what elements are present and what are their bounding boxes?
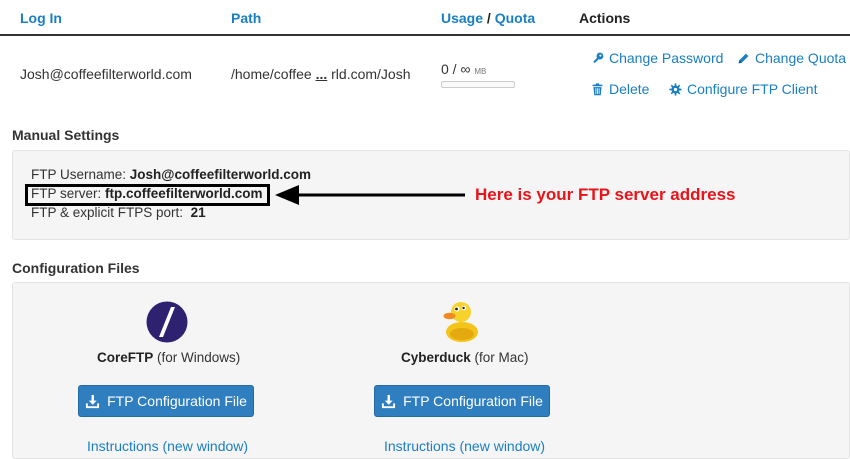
column-header-path[interactable]: Path — [231, 10, 261, 26]
coreftp-instructions-link[interactable]: Instructions (new window) — [87, 438, 248, 454]
ftp-port-line: FTP & explicit FTPS port: 21 — [31, 205, 206, 220]
column-header-login[interactable]: Log In — [20, 10, 62, 26]
ftp-username-label: FTP Username: — [31, 167, 127, 182]
path-end: rld.com/Josh — [331, 66, 411, 82]
coreftp-download-label: FTP Configuration File — [107, 393, 247, 409]
cyberduck-title: Cyberduck — [401, 350, 471, 365]
manual-settings-title: Manual Settings — [12, 127, 120, 143]
table-header: Log In Path Usage / Quota Actions — [0, 0, 850, 36]
column-header-usage[interactable]: Usage — [441, 10, 483, 26]
change-password-link[interactable]: Change Password — [591, 50, 723, 66]
delete-label: Delete — [609, 81, 650, 97]
usage-value: 0 / ∞ — [441, 61, 471, 77]
login-cell: Josh@coffeefilterworld.com — [20, 66, 192, 82]
configure-ftp-client-label: Configure FTP Client — [687, 81, 818, 97]
usage-unit: MB — [474, 67, 487, 76]
coreftp-platform: (for Windows) — [157, 350, 241, 365]
key-icon — [593, 52, 604, 63]
column-header-usage-quota: Usage / Quota — [441, 10, 535, 26]
header-separator: / — [486, 10, 491, 26]
column-header-actions: Actions — [579, 10, 631, 26]
cyberduck-platform: (for Mac) — [474, 350, 529, 365]
server-highlight-box — [25, 184, 270, 206]
column-header-quota[interactable]: Quota — [495, 10, 535, 26]
cyberduck-logo — [443, 302, 478, 342]
usage-cell: 0 / ∞ MB — [441, 61, 486, 77]
ftp-port-label: FTP & explicit FTPS port: — [31, 205, 184, 220]
download-icon — [382, 394, 396, 408]
configure-ftp-client-link[interactable]: Configure FTP Client — [669, 81, 817, 97]
path-ellipsis[interactable]: ... — [316, 66, 328, 82]
path-cell: /home/coffee ... rld.com/Josh — [231, 66, 411, 82]
configuration-files-panel — [12, 282, 850, 459]
usage-progress-bar — [441, 81, 515, 88]
coreftp-title: CoreFTP — [97, 350, 154, 365]
table-row: Josh@coffeefilterworld.com /home/coffee … — [0, 36, 850, 110]
change-quota-label: Change Quota — [755, 50, 847, 66]
cyberduck-instructions-link[interactable]: Instructions (new window) — [384, 438, 545, 454]
cyberduck-name: Cyberduck (for Mac) — [401, 350, 529, 365]
change-quota-link[interactable]: Change Quota — [737, 50, 846, 66]
gear-icon — [669, 82, 682, 96]
trash-icon — [592, 82, 603, 95]
annotation-text: Here is your FTP server address — [475, 185, 736, 204]
configuration-files-title: Configuration Files — [12, 260, 140, 276]
coreftp-logo — [146, 301, 188, 343]
ftp-port-value: 21 — [190, 205, 206, 220]
coreftp-download-button[interactable]: FTP Configuration File — [78, 385, 254, 417]
pencil-icon — [738, 53, 749, 63]
ftp-username-value: Josh@coffeefilterworld.com — [129, 167, 311, 182]
cyberduck-download-label: FTP Configuration File — [403, 393, 543, 409]
annotation-arrow — [275, 185, 465, 205]
download-icon — [86, 394, 100, 408]
change-password-label: Change Password — [609, 50, 724, 66]
delete-link[interactable]: Delete — [591, 81, 649, 97]
ftp-username-line: FTP Username: Josh@coffeefilterworld.com — [31, 167, 311, 182]
path-start: /home/coffee — [231, 66, 312, 82]
coreftp-name: CoreFTP (for Windows) — [97, 350, 240, 365]
cyberduck-download-button[interactable]: FTP Configuration File — [374, 385, 550, 417]
